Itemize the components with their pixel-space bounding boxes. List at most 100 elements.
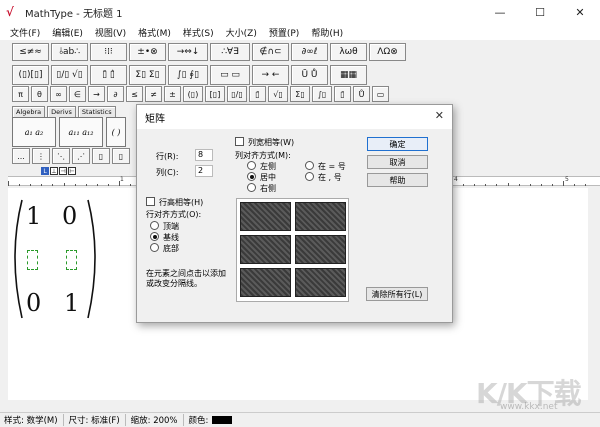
menu-style[interactable]: 样式(S) bbox=[177, 26, 220, 39]
clear-all-lines-button[interactable]: 清除所有行(L) bbox=[366, 287, 428, 301]
left-tab-button[interactable]: L bbox=[41, 167, 49, 175]
arrows-palette-button[interactable]: →⇔↓ bbox=[168, 43, 208, 61]
tab-algebra[interactable]: Algebra bbox=[12, 106, 46, 117]
greek-upper-palette-button[interactable]: ΛΩ⊗ bbox=[369, 43, 406, 61]
col-align-comma-radio[interactable] bbox=[305, 172, 314, 181]
greek-lower-palette-button[interactable]: λωθ bbox=[330, 43, 367, 61]
sum-button[interactable]: Σ▯ bbox=[290, 86, 310, 102]
status-size[interactable]: 尺寸: 标准(F) bbox=[69, 414, 126, 426]
rows-input[interactable]: 8 bbox=[195, 149, 213, 161]
right-arrow-button[interactable]: → bbox=[88, 86, 105, 102]
preview-cell[interactable] bbox=[240, 268, 291, 297]
preview-cell[interactable] bbox=[295, 268, 346, 297]
row-align-bottom-radio[interactable] bbox=[150, 243, 159, 252]
pi-button[interactable]: π bbox=[12, 86, 29, 102]
parens-button[interactable]: (▯) bbox=[183, 86, 203, 102]
tab-statistics[interactable]: Statistics bbox=[77, 106, 116, 117]
relations-palette-button[interactable]: ≤≠≈ bbox=[12, 43, 49, 61]
matrix-template-3x3[interactable]: a₁₁ a₁₂ bbox=[59, 117, 103, 147]
operators-palette-button[interactable]: ±•⊗ bbox=[129, 43, 166, 61]
preview-cell[interactable] bbox=[295, 235, 346, 264]
tab-derivs[interactable]: Derivs bbox=[47, 106, 76, 117]
sets-palette-button[interactable]: ∉∩⊂ bbox=[252, 43, 289, 61]
matrix-preview[interactable] bbox=[236, 198, 349, 302]
menu-preferences[interactable]: 预置(P) bbox=[263, 26, 305, 39]
center-tab-button[interactable]: ⊥ bbox=[50, 167, 58, 175]
matrix-cell-r3c2[interactable]: 1 bbox=[64, 289, 79, 317]
equal-column-widths-checkbox[interactable] bbox=[235, 137, 244, 146]
fraction-button[interactable]: ▯/▯ bbox=[227, 86, 247, 102]
close-button[interactable]: ✕ bbox=[560, 0, 600, 24]
logic-palette-button[interactable]: ∴∀∃ bbox=[210, 43, 250, 61]
not-equal-button[interactable]: ≠ bbox=[145, 86, 162, 102]
row-align-top-radio[interactable] bbox=[150, 221, 159, 230]
equal-row-heights-checkbox[interactable] bbox=[146, 197, 155, 206]
help-button[interactable]: 帮助 bbox=[367, 173, 428, 187]
row-align-baseline-radio[interactable] bbox=[150, 232, 159, 241]
col-align-right-radio[interactable] bbox=[247, 183, 256, 192]
product-templates-button[interactable]: Ū Ů bbox=[291, 65, 328, 85]
integral-templates-button[interactable]: ∫▯ ∮▯ bbox=[168, 65, 208, 85]
vertical-scrollbar[interactable] bbox=[588, 188, 600, 400]
menu-size[interactable]: 大小(Z) bbox=[220, 26, 263, 39]
status-style[interactable]: 样式: 数学(M) bbox=[4, 414, 64, 426]
maximize-button[interactable]: ☐ bbox=[520, 0, 560, 24]
menu-help[interactable]: 帮助(H) bbox=[305, 26, 349, 39]
summation-templates-button[interactable]: Σ▯ Σ▯ bbox=[129, 65, 166, 85]
sqrt-button[interactable]: √▯ bbox=[268, 86, 288, 102]
menu-format[interactable]: 格式(M) bbox=[132, 26, 177, 39]
vertical-ellipsis-button[interactable]: ⋮ bbox=[32, 148, 50, 164]
misc-palette-button[interactable]: ∂∞ℓ bbox=[291, 43, 328, 61]
element-of-button[interactable]: ∈ bbox=[69, 86, 86, 102]
infinity-button[interactable]: ∞ bbox=[50, 86, 67, 102]
brackets-button[interactable]: [▯] bbox=[205, 86, 225, 102]
spaces-palette-button[interactable]: ⫰ab∴ bbox=[51, 43, 88, 61]
matrix-empty-slot-r2c1[interactable] bbox=[27, 250, 38, 270]
minimize-button[interactable]: — bbox=[480, 0, 520, 24]
menu-edit[interactable]: 编辑(E) bbox=[46, 26, 89, 39]
integral-button[interactable]: ∫▯ bbox=[312, 86, 332, 102]
ring-button[interactable]: Ů bbox=[353, 86, 370, 102]
plus-minus-button[interactable]: ± bbox=[164, 86, 181, 102]
empty-slot-button[interactable]: ▯ bbox=[112, 148, 130, 164]
underbar-templates-button[interactable]: ▭ ▭ bbox=[210, 65, 250, 85]
partial-button[interactable]: ∂ bbox=[107, 86, 124, 102]
right-tab-button[interactable]: ⊣ bbox=[59, 167, 67, 175]
status-zoom[interactable]: 缩放: 200% bbox=[131, 414, 184, 426]
cancel-button[interactable]: 取消 bbox=[367, 155, 428, 169]
embellishments-palette-button[interactable]: ⁝⁞⁝ bbox=[90, 43, 127, 61]
less-equal-button[interactable]: ≤ bbox=[126, 86, 143, 102]
arrow-templates-button[interactable]: → ← bbox=[252, 65, 289, 85]
ellipsis-button[interactable]: ... bbox=[12, 148, 30, 164]
bar-button[interactable]: ▯̄ bbox=[334, 86, 351, 102]
empty-slot-button[interactable]: ▯ bbox=[92, 148, 110, 164]
matrix-templates-button[interactable]: ▦▦ bbox=[330, 65, 367, 85]
preview-cell[interactable] bbox=[240, 202, 291, 231]
script-templates-button[interactable]: ▯̄ ▯̂ bbox=[90, 65, 127, 85]
ok-button[interactable]: 确定 bbox=[367, 137, 428, 151]
preview-cell[interactable] bbox=[240, 235, 291, 264]
box-button[interactable]: ▭ bbox=[372, 86, 389, 102]
col-align-left-radio[interactable] bbox=[247, 161, 256, 170]
matrix-cell-r1c2[interactable]: 0 bbox=[62, 202, 77, 230]
matrix-template-more[interactable]: ( ) bbox=[106, 117, 126, 147]
matrix-empty-slot-r2c2[interactable] bbox=[66, 250, 77, 270]
preview-cell[interactable] bbox=[295, 202, 346, 231]
matrix-cell-r3c1[interactable]: 0 bbox=[26, 289, 41, 317]
decimal-tab-button[interactable]: ⊢ bbox=[68, 167, 76, 175]
cols-input[interactable]: 2 bbox=[195, 165, 213, 177]
fraction-radical-templates-button[interactable]: ▯/▯ √▯ bbox=[51, 65, 88, 85]
col-align-equals-radio[interactable] bbox=[305, 161, 314, 170]
anti-diagonal-ellipsis-button[interactable]: ⋰ bbox=[72, 148, 90, 164]
menu-file[interactable]: 文件(F) bbox=[4, 26, 46, 39]
fence-templates-button[interactable]: (▯)[▯] bbox=[12, 65, 49, 85]
theta-button[interactable]: θ bbox=[31, 86, 48, 102]
col-align-center-radio[interactable] bbox=[247, 172, 256, 181]
diagonal-ellipsis-button[interactable]: ⋱ bbox=[52, 148, 70, 164]
menu-view[interactable]: 视图(V) bbox=[89, 26, 132, 39]
overbar-button[interactable]: ▯̄ bbox=[249, 86, 266, 102]
matrix-cell-r1c1[interactable]: 1 bbox=[26, 202, 41, 230]
color-swatch[interactable] bbox=[212, 416, 233, 424]
matrix-template-2x2[interactable]: a₁ a₂ bbox=[12, 117, 56, 147]
dialog-close-icon[interactable]: ✕ bbox=[435, 109, 444, 122]
